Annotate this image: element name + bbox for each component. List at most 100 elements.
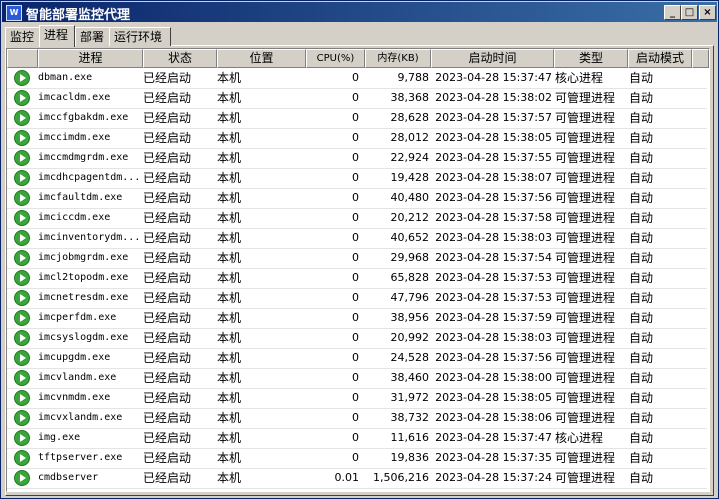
table-row[interactable]: img.exe 已经启动 本机 0 11,616 2023-04-28 15:37:47 核… [7, 428, 707, 449]
table-row[interactable]: imcacldm.exe 已经启动 本机 0 38,368 2023-04-28 15:3… [7, 88, 707, 109]
cell-memory: 40,480 [390, 191, 430, 204]
cell-cpu: 0 [352, 191, 359, 204]
cell-start-mode: 自动 [629, 151, 654, 165]
cell-start-time: 2023-04-28 15:38:07 [435, 171, 552, 184]
cell-cpu: 0 [352, 231, 359, 244]
running-status-icon [14, 110, 30, 126]
cell-memory: 22,924 [390, 151, 430, 164]
table-row[interactable]: dbman.exe 已经启动 本机 0 9,788 2023-04-28 15:37:47… [7, 68, 707, 89]
cell-start-time: 2023-04-28 15:37:54 [435, 251, 552, 264]
running-status-icon [14, 370, 30, 386]
cell-location: 本机 [217, 211, 242, 225]
table-row[interactable]: imcinventorydm... 已经启动 本机 0 40,652 2023-04-28… [7, 228, 707, 249]
cell-start-mode: 自动 [629, 71, 654, 85]
table-row[interactable]: imcl2topodm.exe 已经启动 本机 0 65,828 2023-04-28 1… [7, 268, 707, 289]
minimize-button[interactable]: _ [664, 5, 681, 20]
cell-cpu: 0.01 [334, 471, 360, 484]
cell-start-mode: 自动 [629, 391, 654, 405]
table-row[interactable]: imcvxlandm.exe 已经启动 本机 0 38,732 2023-04-28 15… [7, 408, 707, 429]
table-row[interactable]: imcjobmgrdm.exe 已经启动 本机 0 29,968 2023-04-28 1… [7, 248, 707, 269]
window-title: 智能部署监控代理 [26, 8, 131, 23]
tab-process[interactable]: 进程 [39, 25, 75, 47]
cell-process: imcvlandm.exe [38, 372, 117, 383]
cell-start-mode: 自动 [629, 371, 654, 385]
column-header-location[interactable]: 位置 [217, 49, 306, 68]
cell-status: 已经启动 [143, 151, 192, 165]
running-status-icon [14, 170, 30, 186]
table-row[interactable]: imcfaultdm.exe 已经启动 本机 0 40,480 2023-04-28 15… [7, 188, 707, 209]
column-header-start-time[interactable]: 启动时间 [431, 49, 554, 68]
running-status-icon [14, 150, 30, 166]
cell-location: 本机 [217, 291, 242, 305]
tab-deploy[interactable]: 部署 [75, 27, 111, 46]
table-row[interactable]: imcvnmdm.exe 已经启动 本机 0 31,972 2023-04-28 15:3… [7, 388, 707, 409]
cell-status: 已经启动 [143, 91, 192, 105]
tab-environment[interactable]: 运行环境 [109, 27, 171, 46]
cell-cpu: 0 [352, 451, 359, 464]
cell-location: 本机 [217, 371, 242, 385]
cell-status: 已经启动 [143, 71, 192, 85]
cell-process: imcacldm.exe [38, 92, 111, 103]
cell-process: imciccdm.exe [38, 212, 111, 223]
cell-start-time: 2023-04-28 15:37:58 [435, 211, 552, 224]
running-status-icon [14, 230, 30, 246]
cell-start-time: 2023-04-28 15:37:53 [435, 271, 552, 284]
cell-process: imccfgbakdm.exe [38, 112, 129, 123]
process-list[interactable]: 进程 状态 位置 CPU(%) 内存(KB) 启动时间 类型 启动模式 dbma… [6, 48, 710, 492]
column-header-process[interactable]: 进程 [38, 49, 143, 68]
cell-type: 可管理进程 [555, 131, 616, 145]
maximize-button[interactable]: □ [681, 5, 698, 20]
column-header-cpu[interactable]: CPU(%) [306, 49, 365, 68]
cell-process: imccmdmgrdm.exe [38, 152, 129, 163]
cell-start-mode: 自动 [629, 171, 654, 185]
cell-process: imcl2topodm.exe [38, 272, 129, 283]
cell-start-time: 2023-04-28 15:37:56 [435, 351, 552, 364]
cell-start-mode: 自动 [629, 231, 654, 245]
cell-location: 本机 [217, 331, 242, 345]
table-row[interactable]: imccmdmgrdm.exe 已经启动 本机 0 22,924 2023-04-28 1… [7, 148, 707, 169]
table-row[interactable]: imcupgdm.exe 已经启动 本机 0 24,528 2023-04-28 15:3… [7, 348, 707, 369]
table-row[interactable]: cmdbserver 已经启动 本机 0.01 1,506,216 2023-04-28 … [7, 468, 707, 489]
cell-start-time: 2023-04-28 15:37:47 [435, 431, 552, 444]
cell-process: imcvxlandm.exe [38, 412, 123, 423]
table-row[interactable]: imcnetresdm.exe 已经启动 本机 0 47,796 2023-04-28 1… [7, 288, 707, 309]
cell-cpu: 0 [352, 71, 359, 84]
table-row[interactable]: imciccdm.exe 已经启动 本机 0 20,212 2023-04-28 15:3… [7, 208, 707, 229]
cell-start-mode: 自动 [629, 191, 654, 205]
table-row[interactable]: imcperfdm.exe 已经启动 本机 0 38,956 2023-04-28 15:… [7, 308, 707, 329]
cell-cpu: 0 [352, 371, 359, 384]
cell-type: 可管理进程 [555, 231, 616, 245]
table-row[interactable]: imccimdm.exe 已经启动 本机 0 28,012 2023-04-28 15:3… [7, 128, 707, 149]
table-row[interactable]: imcdhcpagentdm... 已经启动 本机 0 19,428 2023-04-28… [7, 168, 707, 189]
table-row[interactable]: imcsyslogdm.exe 已经启动 本机 0 20,992 2023-04-28 1… [7, 328, 707, 349]
column-header-status[interactable]: 状态 [143, 49, 217, 68]
cell-status: 已经启动 [143, 191, 192, 205]
cell-memory: 38,732 [390, 411, 430, 424]
cell-process: imcnetresdm.exe [38, 292, 129, 303]
column-header-type[interactable]: 类型 [554, 49, 628, 68]
cell-location: 本机 [217, 171, 242, 185]
close-button[interactable]: × [699, 5, 716, 20]
cell-status: 已经启动 [143, 231, 192, 245]
table-row[interactable]: tftpserver.exe 已经启动 本机 0 19,836 2023-04-28 15… [7, 448, 707, 469]
cell-status: 已经启动 [143, 111, 192, 125]
column-header-icon[interactable] [7, 49, 38, 68]
column-header-memory[interactable]: 内存(KB) [365, 49, 431, 68]
cell-process: imccimdm.exe [38, 132, 111, 143]
running-status-icon [14, 390, 30, 406]
cell-status: 已经启动 [143, 271, 192, 285]
title-bar[interactable]: W 智能部署监控代理 _ □ × [2, 2, 717, 23]
cell-location: 本机 [217, 151, 242, 165]
tab-label: 监控 [10, 30, 35, 44]
running-status-icon [14, 290, 30, 306]
tab-monitor[interactable]: 监控 [5, 27, 41, 46]
cell-memory: 20,992 [390, 331, 430, 344]
cell-location: 本机 [217, 411, 242, 425]
cell-location: 本机 [217, 131, 242, 145]
table-row[interactable]: imccfgbakdm.exe 已经启动 本机 0 28,628 2023-04-28 1… [7, 108, 707, 129]
running-status-icon [14, 190, 30, 206]
column-header-start-mode[interactable]: 启动模式 [628, 49, 692, 68]
cell-process: imcdhcpagentdm... [38, 172, 141, 183]
cell-start-time: 2023-04-28 15:37:55 [435, 151, 552, 164]
table-row[interactable]: imcvlandm.exe 已经启动 本机 0 38,460 2023-04-28 15:… [7, 368, 707, 389]
